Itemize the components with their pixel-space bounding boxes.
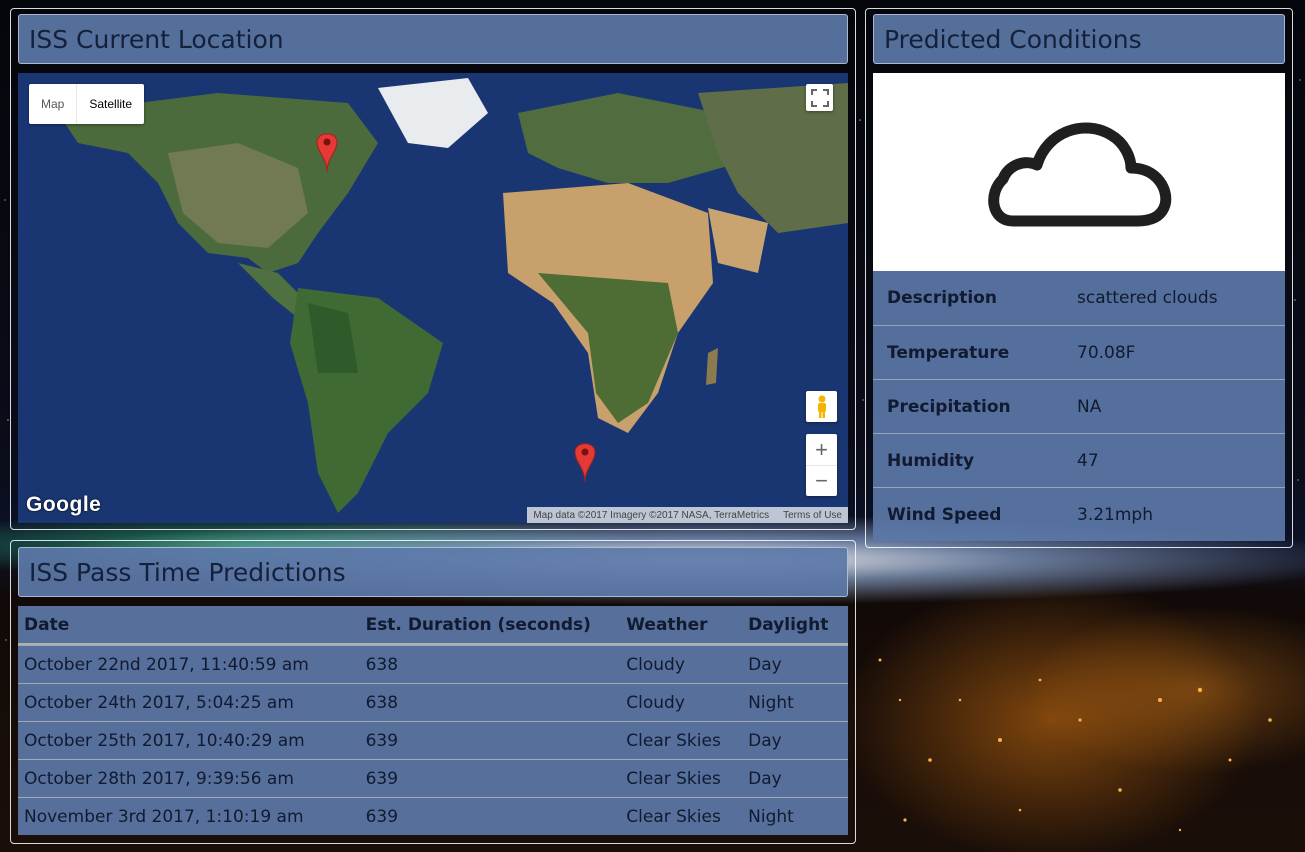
table-row: October 28th 2017, 9:39:56 am 639 Clear … <box>18 759 848 797</box>
zoom-in-button[interactable]: + <box>806 435 837 466</box>
condition-row-humidity: Humidity 47 <box>873 433 1285 487</box>
location-panel-title: ISS Current Location <box>18 14 848 64</box>
condition-row-precipitation: Precipitation NA <box>873 379 1285 433</box>
fullscreen-icon <box>810 88 829 107</box>
cell-date: November 3rd 2017, 1:10:19 am <box>24 806 304 827</box>
table-row: October 25th 2017, 10:40:29 am 639 Clear… <box>18 721 848 759</box>
condition-row-wind-speed: Wind Speed 3.21mph <box>873 487 1285 541</box>
cell-daylight: Day <box>748 654 782 675</box>
zoom-controls: + − <box>806 434 837 496</box>
pegman-icon <box>817 395 826 418</box>
cell-duration: 639 <box>365 730 399 751</box>
street-view-pegman-button[interactable] <box>806 391 837 422</box>
cell-duration: 638 <box>365 654 399 675</box>
condition-label: Humidity <box>887 450 975 471</box>
cell-date: October 28th 2017, 9:39:56 am <box>24 768 294 789</box>
weather-icon-area <box>873 73 1285 271</box>
column-header-date: Date <box>24 614 70 635</box>
table-row: October 22nd 2017, 11:40:59 am 638 Cloud… <box>18 645 848 683</box>
cell-weather: Cloudy <box>626 692 685 713</box>
conditions-panel-title: Predicted Conditions <box>873 14 1285 64</box>
condition-value: scattered clouds <box>1077 288 1218 308</box>
condition-value: 3.21mph <box>1077 504 1153 525</box>
map-type-map-button[interactable]: Map <box>29 84 78 124</box>
cell-date: October 25th 2017, 10:40:29 am <box>24 730 305 751</box>
condition-label: Precipitation <box>887 396 1011 417</box>
condition-row-temperature: Temperature 70.08F <box>873 325 1285 379</box>
map-attribution-text: Map data ©2017 Imagery ©2017 NASA, Terra… <box>533 509 770 521</box>
condition-label: Temperature <box>887 342 1010 363</box>
condition-row-description: Description scattered clouds <box>873 271 1285 325</box>
cell-weather: Cloudy <box>626 654 685 675</box>
table-header-row: Date Est. Duration (seconds) Weather Day… <box>18 606 848 645</box>
cell-date: October 22nd 2017, 11:40:59 am <box>24 654 309 675</box>
map-type-satellite-button[interactable]: Satellite <box>77 84 144 124</box>
cell-weather: Clear Skies <box>626 768 721 789</box>
google-logo[interactable]: Google <box>26 493 101 517</box>
satellite-map[interactable]: Map Satellite + − Google Map data ©2017 … <box>18 73 848 523</box>
table-row: November 3rd 2017, 1:10:19 am 639 Clear … <box>18 797 848 835</box>
column-header-daylight: Daylight <box>748 614 829 635</box>
fullscreen-button[interactable] <box>806 84 833 111</box>
condition-value: NA <box>1077 396 1102 417</box>
cell-duration: 639 <box>365 806 399 827</box>
terms-of-use-link[interactable]: Terms of Use <box>783 510 842 521</box>
conditions-table: Description scattered clouds Temperature… <box>873 271 1285 541</box>
map-type-control: Map Satellite <box>29 84 145 124</box>
map-imagery[interactable] <box>18 73 848 523</box>
condition-value: 47 <box>1077 450 1099 471</box>
table-row: October 24th 2017, 5:04:25 am 638 Cloudy… <box>18 683 848 721</box>
cloud-icon <box>988 122 1172 227</box>
cell-duration: 638 <box>365 692 399 713</box>
column-header-weather: Weather <box>626 614 708 635</box>
cell-weather: Clear Skies <box>626 730 721 751</box>
cell-daylight: Night <box>748 806 794 827</box>
cell-duration: 639 <box>365 768 399 789</box>
cell-daylight: Day <box>748 730 782 751</box>
pass-predictions-table: Date Est. Duration (seconds) Weather Day… <box>18 606 848 835</box>
zoom-out-button[interactable]: − <box>806 466 837 496</box>
cell-daylight: Day <box>748 768 782 789</box>
condition-label: Wind Speed <box>887 504 1002 525</box>
pass-predictions-title: ISS Pass Time Predictions <box>18 547 848 597</box>
condition-label: Description <box>887 288 997 308</box>
cell-daylight: Night <box>748 692 794 713</box>
column-header-duration: Est. Duration (seconds) <box>365 614 591 635</box>
cell-weather: Clear Skies <box>626 806 721 827</box>
map-attribution: Map data ©2017 Imagery ©2017 NASA, Terra… <box>527 507 848 523</box>
cell-date: October 24th 2017, 5:04:25 am <box>24 692 294 713</box>
condition-value: 70.08F <box>1077 342 1136 363</box>
